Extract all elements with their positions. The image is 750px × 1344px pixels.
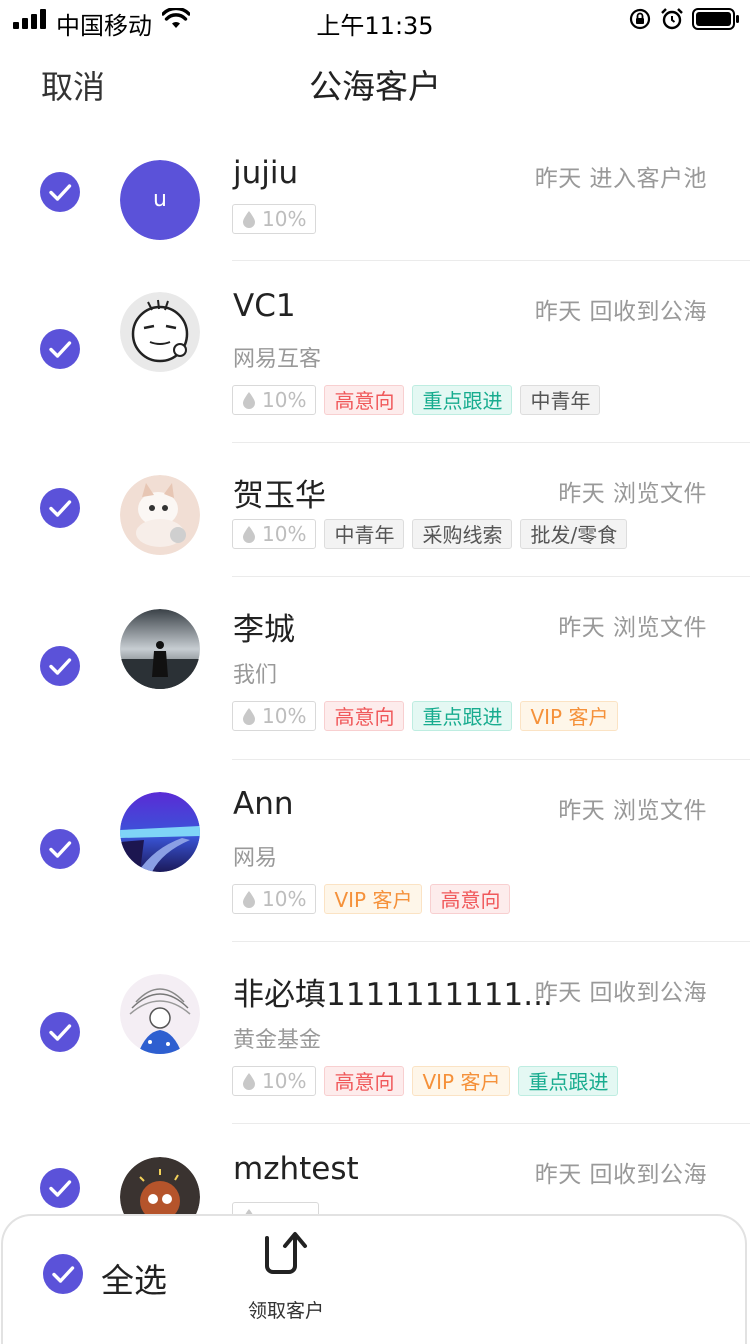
divider (232, 442, 750, 443)
row-checkbox[interactable] (40, 329, 80, 369)
activity-text: 昨天 浏览文件 (558, 615, 707, 641)
avatar (120, 792, 200, 872)
activity-text: 昨天 浏览文件 (558, 481, 707, 507)
tag-list: 10% 高意向 重点跟进 VIP 客户 (232, 701, 619, 731)
avatar (120, 475, 200, 555)
select-all-label[interactable]: 全选 (101, 1254, 167, 1302)
intent-badge: 10% (232, 884, 317, 914)
activity-text: 昨天 浏览文件 (558, 798, 707, 824)
claim-customer-button[interactable]: 领取客户 (229, 1296, 343, 1323)
drop-icon (243, 1073, 255, 1090)
intent-badge: 10% (232, 701, 317, 731)
tag-key-follow-up: 重点跟进 (412, 701, 513, 731)
bottom-action-bar: 全选 领取客户 (1, 1214, 747, 1344)
alarm-icon (661, 8, 683, 30)
activity-text: 昨天 回收到公海 (534, 299, 707, 325)
customer-name: VC1 (233, 288, 296, 324)
activity-text: 昨天 回收到公海 (534, 980, 707, 1006)
page-title: 公海客户 (309, 67, 441, 106)
tag-purchase-lead: 采购线索 (412, 519, 513, 549)
intent-value: 10% (262, 704, 307, 728)
tag-high-intent: 高意向 (324, 701, 405, 731)
customer-name: 非必填1111111111... (233, 977, 553, 1013)
checkmark-icon (49, 841, 72, 858)
checkmark-icon (49, 500, 72, 517)
cartoon-face-avatar-image (120, 292, 200, 372)
row-checkbox[interactable] (40, 172, 80, 212)
tag-young-adult: 中青年 (520, 385, 601, 415)
tag-list: 10% 高意向 VIP 客户 重点跟进 (232, 1066, 619, 1096)
avatar: u (120, 160, 200, 240)
company-name: 黄金基金 (233, 1028, 322, 1053)
row-checkbox[interactable] (40, 646, 80, 686)
company-name: 网易 (233, 846, 278, 871)
checkmark-icon (49, 341, 72, 358)
avatar (120, 974, 200, 1054)
row-checkbox[interactable] (40, 1168, 80, 1208)
drop-icon (243, 526, 255, 543)
intent-badge: 10% (232, 385, 317, 415)
intent-badge: 10% (232, 204, 317, 234)
customer-name: jujiu (233, 155, 299, 191)
drop-icon (243, 891, 255, 908)
kitten-photo-avatar-image (120, 475, 200, 555)
tag-list: 10% 高意向 重点跟进 中青年 (232, 385, 601, 415)
claim-arrow-icon[interactable] (259, 1228, 311, 1280)
customer-name: 贺玉华 (233, 478, 326, 514)
divider (232, 576, 750, 577)
divider (232, 260, 750, 261)
checkmark-icon (52, 1266, 75, 1283)
tag-young-adult: 中青年 (324, 519, 405, 549)
avatar-letter: u (120, 160, 200, 240)
tag-list: 10% (232, 204, 317, 234)
checkmark-icon (49, 658, 72, 675)
avatar (120, 292, 200, 372)
silhouette-photo-avatar-image (120, 609, 200, 689)
status-bar: 中国移动 上午11:35 (0, 0, 750, 42)
battery-icon (692, 8, 739, 30)
activity-text: 昨天 进入客户池 (534, 166, 707, 192)
intent-value: 10% (262, 887, 307, 911)
orientation-lock-icon (629, 8, 651, 30)
tag-list: 10% 中青年 采购线索 批发/零食 (232, 519, 628, 549)
tag-list: 10% VIP 客户 高意向 (232, 884, 511, 914)
illustration-avatar-image (120, 974, 200, 1054)
divider (232, 759, 750, 760)
intent-value: 10% (262, 388, 307, 412)
tag-wholesale-snacks: 批发/零食 (520, 519, 628, 549)
checkmark-icon (49, 1024, 72, 1041)
row-checkbox[interactable] (40, 1012, 80, 1052)
avatar (120, 609, 200, 689)
intent-value: 10% (262, 1069, 307, 1093)
intent-badge: 10% (232, 1066, 317, 1096)
tag-high-intent: 高意向 (324, 385, 405, 415)
customer-name: Ann (233, 786, 294, 822)
tag-key-follow-up: 重点跟进 (518, 1066, 619, 1096)
tag-vip: VIP 客户 (520, 701, 619, 731)
row-checkbox[interactable] (40, 488, 80, 528)
company-name: 我们 (233, 663, 278, 688)
drop-icon (243, 211, 255, 228)
activity-text: 昨天 回收到公海 (534, 1162, 707, 1188)
checkmark-icon (49, 1180, 72, 1197)
divider (232, 941, 750, 942)
drop-icon (243, 708, 255, 725)
tag-vip: VIP 客户 (412, 1066, 511, 1096)
tag-high-intent: 高意向 (324, 1066, 405, 1096)
intent-badge: 10% (232, 519, 317, 549)
tag-vip: VIP 客户 (324, 884, 423, 914)
company-name: 网易互客 (233, 347, 322, 372)
customer-name: 李城 (233, 612, 295, 648)
tag-key-follow-up: 重点跟进 (412, 385, 513, 415)
row-checkbox[interactable] (40, 829, 80, 869)
intent-value: 10% (262, 207, 307, 231)
select-all-checkbox[interactable] (43, 1254, 83, 1294)
night-landscape-avatar-image (120, 792, 200, 872)
intent-value: 10% (262, 522, 307, 546)
tag-high-intent: 高意向 (430, 884, 511, 914)
drop-icon (243, 392, 255, 409)
divider (232, 1123, 750, 1124)
customer-name: mzhtest (233, 1151, 359, 1187)
checkmark-icon (49, 184, 72, 201)
